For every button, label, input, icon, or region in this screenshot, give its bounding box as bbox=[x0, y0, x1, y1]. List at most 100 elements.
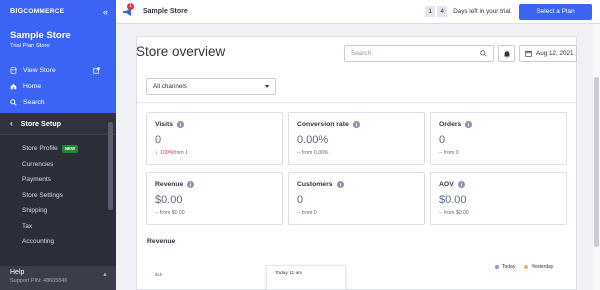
sidebar-item-label: Home bbox=[23, 82, 42, 90]
revenue-chart[interactable] bbox=[146, 252, 568, 290]
sidebar-item-accounting[interactable]: Accounting bbox=[22, 234, 116, 250]
kpi-delta: ↓ 100% from 1 bbox=[155, 150, 274, 156]
sidebar-scrollbar[interactable] bbox=[108, 122, 113, 210]
sidebar-menu: Store Profile NEW Currencies Payments St… bbox=[0, 135, 116, 250]
kpi-title: Visits bbox=[155, 121, 174, 128]
kpi-title: AOV bbox=[439, 181, 454, 188]
kpi-card-customers[interactable]: Customers 0 -- from 0 bbox=[288, 172, 425, 225]
kpi-title: Customers bbox=[297, 181, 333, 188]
trial-days-digit: 4 bbox=[437, 6, 448, 17]
trial-countdown: 1 4 Days left in your trial. bbox=[425, 6, 512, 17]
kpi-delta-percent: 100% bbox=[160, 150, 174, 156]
selected-date: Aug 12, 2021 bbox=[536, 50, 574, 57]
bigcommerce-logo[interactable]: BIG COMMERCE bbox=[10, 8, 106, 15]
kpi-card-visits[interactable]: Visits 0 ↓ 100% from 1 bbox=[146, 112, 283, 165]
info-icon[interactable] bbox=[465, 121, 473, 128]
store-icon bbox=[10, 66, 17, 74]
channel-select[interactable]: All channels bbox=[146, 78, 276, 95]
sidebar-item-currencies[interactable]: Currencies bbox=[22, 157, 116, 173]
kpi-card-conversion-rate[interactable]: Conversion rate 0.00% -- from 0.00% bbox=[288, 112, 425, 165]
arrow-down-icon: ↓ bbox=[155, 150, 158, 156]
sidebar: BIG COMMERCE « Sample Store Trial Plan St… bbox=[0, 0, 116, 290]
kpi-title: Orders bbox=[439, 121, 462, 128]
sidebar-item-home[interactable]: Home bbox=[10, 78, 106, 94]
sidebar-item-label: Accounting bbox=[22, 238, 55, 245]
support-pin: Support PIN: 48605846 bbox=[10, 278, 68, 284]
chevron-left-icon: ‹ bbox=[10, 119, 13, 128]
notification-count-badge: 1 bbox=[127, 2, 134, 10]
info-icon[interactable] bbox=[352, 121, 360, 128]
kpi-delta: -- from 0 bbox=[297, 210, 317, 216]
sidebar-section-store-setup[interactable]: ‹ Store Setup bbox=[0, 113, 116, 135]
info-icon[interactable] bbox=[457, 181, 465, 188]
sidebar-item-label: Tax bbox=[22, 222, 33, 230]
chart-tooltip: Today 11 am bbox=[266, 265, 346, 290]
sidebar-item-label: Payments bbox=[22, 176, 51, 183]
bell-icon bbox=[503, 51, 511, 58]
main-scrollbar[interactable] bbox=[593, 24, 600, 290]
legend-item-yesterday[interactable]: Yesterday bbox=[524, 264, 553, 270]
external-link-icon bbox=[93, 66, 100, 74]
kpi-title: Conversion rate bbox=[297, 121, 349, 128]
kpi-card-orders[interactable]: Orders 0 -- from 0 bbox=[430, 112, 567, 165]
search-icon bbox=[10, 98, 17, 106]
kpi-title: Revenue bbox=[155, 181, 184, 188]
kpi-delta: -- from 0 bbox=[439, 150, 459, 156]
kpi-value: $0.00 bbox=[155, 194, 183, 206]
sidebar-item-label: Store Profile bbox=[22, 145, 58, 152]
logo-prefix: BIG bbox=[10, 8, 24, 15]
sidebar-section-label: Store Setup bbox=[20, 119, 62, 128]
search-input[interactable] bbox=[345, 46, 475, 61]
sidebar-item-payments[interactable]: Payments bbox=[22, 172, 116, 188]
sidebar-help[interactable]: Help Support PIN: 48605846 ▲ bbox=[0, 266, 116, 290]
kpi-delta: -- from 0.00% bbox=[297, 150, 329, 156]
revenue-section-title: Revenue bbox=[147, 238, 176, 245]
topbar: 1 Sample Store 1 4 Days left in your tri… bbox=[116, 0, 600, 24]
kpi-delta: -- from $0.00 bbox=[439, 210, 469, 216]
sidebar-plan-label: Trial Plan Store bbox=[10, 43, 50, 49]
kpi-value: 0 bbox=[297, 194, 304, 206]
legend-dot bbox=[495, 265, 499, 269]
date-picker-button[interactable]: Aug 12, 2021 bbox=[519, 45, 577, 62]
sidebar-item-view-store[interactable]: View Store bbox=[10, 62, 106, 78]
sidebar-item-store-profile[interactable]: Store Profile NEW bbox=[22, 141, 116, 157]
topbar-store-name: Sample Store bbox=[143, 8, 188, 15]
channel-select-value: All channels bbox=[153, 83, 187, 90]
kpi-delta: -- from $0.00 bbox=[155, 210, 185, 216]
kpi-value: $0.00 bbox=[439, 194, 467, 206]
kpi-value: 0 bbox=[155, 134, 162, 146]
search-field[interactable] bbox=[344, 45, 494, 62]
legend-label: Today bbox=[502, 264, 516, 270]
sidebar-item-label: View Store bbox=[23, 66, 56, 74]
kpi-value: 0 bbox=[439, 134, 446, 146]
new-badge: NEW bbox=[61, 144, 79, 153]
legend-dot bbox=[524, 265, 529, 269]
y-axis-tick-label: $1k bbox=[155, 272, 163, 277]
sidebar-item-tax[interactable]: Tax bbox=[22, 219, 116, 235]
sidebar-item-label: Currencies bbox=[22, 160, 54, 168]
trial-text: Days left in your trial. bbox=[453, 8, 512, 15]
page-title: Store overview bbox=[136, 44, 226, 59]
main-scrollbar-thumb[interactable] bbox=[594, 77, 599, 247]
info-icon[interactable] bbox=[177, 121, 185, 128]
notifications-bell-button[interactable] bbox=[498, 45, 515, 62]
legend-item-today[interactable]: Today bbox=[495, 264, 515, 270]
chevron-up-icon: ▲ bbox=[102, 272, 108, 278]
caret-down-icon bbox=[265, 85, 269, 88]
collapse-sidebar-icon[interactable]: « bbox=[103, 7, 108, 17]
sidebar-item-store-settings[interactable]: Store Settings bbox=[22, 188, 116, 204]
select-plan-button[interactable]: Select a Plan bbox=[519, 4, 592, 20]
help-title: Help bbox=[10, 269, 25, 276]
notifications-button[interactable]: 1 bbox=[122, 2, 134, 18]
kpi-card-revenue[interactable]: Revenue $0.00 -- from $0.00 bbox=[146, 172, 283, 225]
sidebar-store-name: Sample Store bbox=[10, 30, 71, 41]
sidebar-item-search[interactable]: Search bbox=[10, 94, 106, 110]
sidebar-item-shipping[interactable]: Shipping bbox=[22, 203, 116, 219]
kpi-card-aov[interactable]: AOV $0.00 -- from $0.00 bbox=[430, 172, 567, 225]
info-icon[interactable] bbox=[187, 181, 195, 188]
info-icon[interactable] bbox=[336, 181, 344, 188]
calendar-icon bbox=[525, 50, 532, 57]
sidebar-item-label: Store Settings bbox=[22, 191, 63, 199]
legend-label: Yesterday bbox=[531, 264, 554, 270]
kpi-delta-text: from 1 bbox=[173, 150, 188, 156]
